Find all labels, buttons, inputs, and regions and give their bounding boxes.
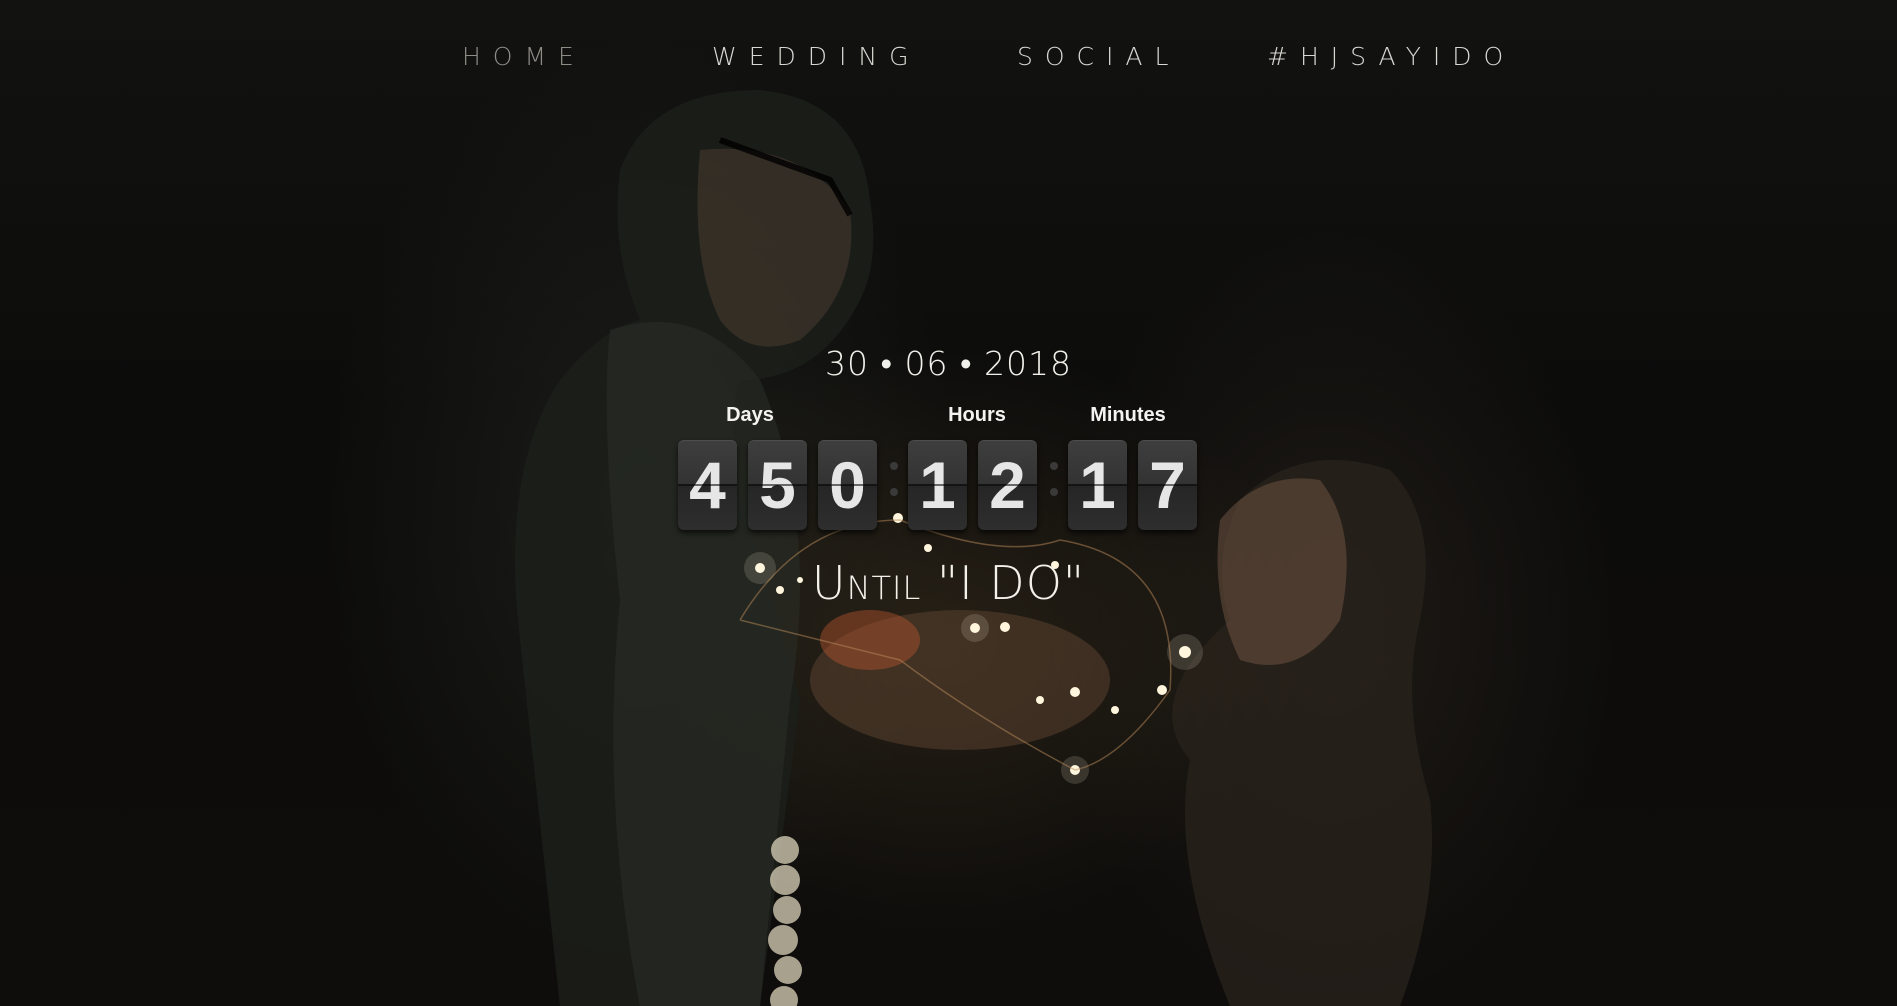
wedding-date: 30 • 06 • 2018 xyxy=(824,344,1073,383)
countdown-tagline: Until "I DO" xyxy=(811,556,1086,610)
countdown-separator xyxy=(889,462,899,508)
countdown-minutes-label: Minutes xyxy=(1090,404,1166,426)
countdown-hours-label: Hours xyxy=(948,404,1006,426)
days-digit: 4 xyxy=(678,440,737,530)
nav-social-link[interactable]: SOCIAL xyxy=(1017,42,1180,71)
days-digit: 0 xyxy=(818,440,877,530)
countdown-separator xyxy=(1049,462,1059,508)
main-nav: HOME WEDDING SOCIAL #HJSAYIDO xyxy=(0,42,1897,78)
nav-hashtag-link[interactable]: #HJSAYIDO xyxy=(1267,42,1515,71)
hero-section: HOME WEDDING SOCIAL #HJSAYIDO 30 • 06 • … xyxy=(0,0,1897,1006)
days-digit: 5 xyxy=(748,440,807,530)
hours-digit: 2 xyxy=(978,440,1037,530)
nav-home-link[interactable]: HOME xyxy=(462,42,586,71)
countdown-days-label: Days xyxy=(726,404,774,426)
nav-wedding-link[interactable]: WEDDING xyxy=(712,42,920,71)
hours-digit: 1 xyxy=(908,440,967,530)
minutes-digit: 7 xyxy=(1138,440,1197,530)
minutes-digit: 1 xyxy=(1068,440,1127,530)
